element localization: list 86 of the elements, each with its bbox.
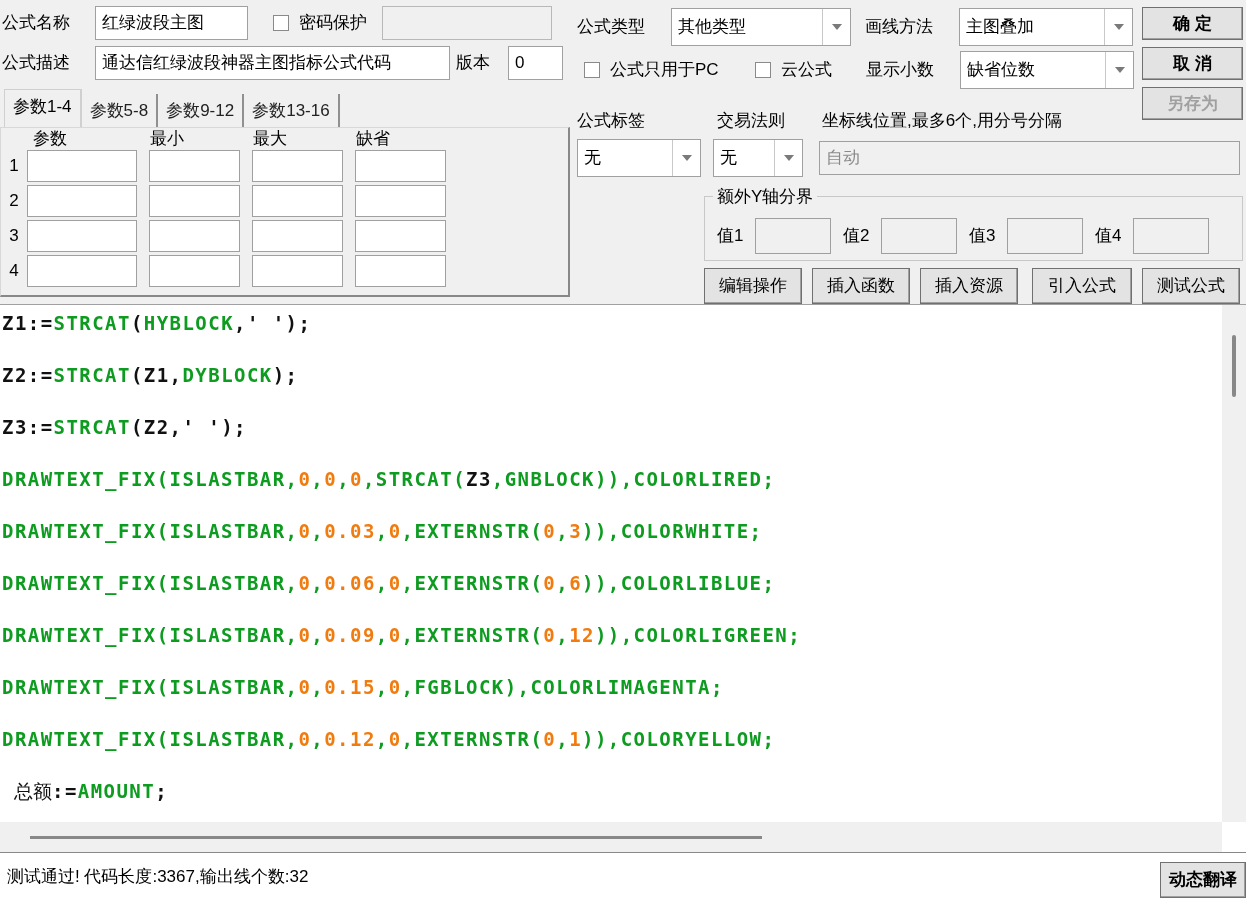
dialog-button[interactable]: 插入函数 [812, 268, 910, 304]
checkbox[interactable] [584, 62, 600, 78]
column-header: 最小 [150, 129, 185, 147]
status-text: 测试通过! 代码长度:3367,输出线个数:32 [6, 865, 310, 888]
code-line: DRAWTEXT_FIX(ISLASTBAR,0,0.12,0,EXTERNSTR(0,1)),COLORYELLOW; [1, 727, 776, 753]
field-label: 公式描述 [1, 52, 71, 75]
description-field[interactable]: 通达信红绿波段神器主图指标公式代码 [95, 46, 450, 80]
password-field[interactable] [382, 6, 552, 40]
tab[interactable]: 参数1-4 [4, 89, 82, 127]
checkbox[interactable] [755, 62, 771, 78]
caret-icon [831, 24, 842, 30]
dropdown[interactable]: 无 [713, 138, 803, 177]
field-label: 公式标签 [577, 110, 646, 133]
field-label: 值3 [969, 224, 997, 247]
name-field[interactable]: 红绿波段主图 [95, 6, 248, 40]
parameter-field[interactable] [355, 220, 446, 252]
code-line: Z3:=STRCAT(Z2,' '); [1, 415, 247, 440]
column-header: 缺省 [356, 129, 391, 147]
dialog-button[interactable]: 插入资源 [920, 268, 1018, 304]
parameter-field[interactable] [27, 220, 137, 252]
parameter-field[interactable] [27, 185, 137, 217]
field-label: 交易法则 [717, 110, 786, 133]
scrollbar[interactable] [0, 822, 1222, 852]
dropdown[interactable]: 主图叠加 [959, 8, 1133, 46]
dialog-button[interactable]: 取 消 [1142, 47, 1243, 80]
scrollbar[interactable] [1222, 305, 1246, 822]
dropdown[interactable]: 其他类型 [671, 8, 851, 46]
field-label: 密码保护 [299, 12, 368, 35]
parameter-field[interactable] [252, 150, 343, 182]
parameter-field[interactable] [355, 150, 446, 182]
dialog-button[interactable]: 测试公式 [1142, 268, 1240, 304]
code-line: DRAWTEXT_FIX(ISLASTBAR,0,0.03,0,EXTERNSTR(0,3)),COLORWHITE; [1, 519, 763, 545]
field-label: 值1 [717, 224, 745, 247]
field-label: 公式类型 [577, 16, 646, 39]
field-label: 值2 [843, 224, 871, 247]
column-header: 最大 [253, 129, 288, 147]
parameter-field[interactable] [27, 150, 137, 182]
code-line: Z1:=STRCAT(HYBLOCK,' '); [1, 311, 312, 336]
value-field[interactable] [755, 217, 831, 254]
row-number: 3 [8, 225, 20, 248]
row-number: 4 [8, 260, 20, 283]
parameter-field[interactable] [149, 150, 240, 182]
dialog-button[interactable]: 引入公式 [1032, 268, 1132, 304]
field-label: 版本 [456, 52, 491, 75]
value-field[interactable] [881, 217, 957, 254]
caret-icon [1114, 67, 1125, 73]
checkbox[interactable] [273, 15, 289, 31]
code-line: 总额:=AMOUNT; [13, 779, 168, 804]
parameter-field[interactable] [355, 185, 446, 217]
parameter-field[interactable] [27, 255, 137, 287]
row-number: 1 [8, 155, 20, 178]
dialog-button[interactable]: 动态翻译 [1160, 862, 1246, 898]
code-line: DRAWTEXT_FIX(ISLASTBAR,0,0.15,0,FGBLOCK),COLORLIMAGENTA; [1, 675, 724, 701]
parameter-field[interactable] [252, 220, 343, 252]
tab[interactable]: 参数9-12 [158, 94, 245, 127]
tab[interactable]: 参数5-8 [81, 94, 159, 127]
parameter-field[interactable] [149, 185, 240, 217]
code-line: DRAWTEXT_FIX(ISLASTBAR,0,0.09,0,EXTERNSTR(0,12)),COLORLIGREEN; [1, 623, 802, 649]
caret-icon [1113, 24, 1124, 30]
field-label: 值4 [1095, 224, 1123, 247]
code-line: DRAWTEXT_FIX(ISLASTBAR,0,0.06,0,EXTERNSTR(0,6)),COLORLIBLUE; [1, 571, 776, 597]
field-label: 公式只用于PC [610, 59, 719, 82]
dropdown[interactable]: 缺省位数 [960, 51, 1134, 89]
field-label: 公式名称 [1, 12, 71, 35]
caret-icon [681, 154, 692, 161]
value-field[interactable] [1007, 217, 1083, 254]
code-line: DRAWTEXT_FIX(ISLASTBAR,0,0,0,STRCAT(Z3,GNBLOCK)),COLORLIRED; [1, 467, 776, 493]
parameter-field[interactable] [149, 255, 240, 287]
dialog-button[interactable]: 编辑操作 [704, 268, 802, 304]
field-label: 显示小数 [866, 59, 935, 82]
tab[interactable]: 参数13-16 [244, 94, 340, 127]
parameter-field[interactable] [149, 220, 240, 252]
parameter-field[interactable] [355, 255, 446, 287]
caret-icon [783, 154, 794, 161]
dialog-button[interactable]: 确 定 [1142, 7, 1243, 40]
field-label: 坐标线位置,最多6个,用分号分隔 [822, 110, 1062, 133]
column-header: 参数 [33, 129, 68, 147]
dropdown[interactable]: 无 [577, 138, 701, 177]
parameter-field[interactable] [252, 255, 343, 287]
row-number: 2 [8, 190, 20, 213]
version-field[interactable]: 0 [508, 46, 563, 80]
value-field[interactable] [1133, 217, 1209, 254]
field-label: 云公式 [781, 59, 832, 82]
parameter-field[interactable] [252, 185, 343, 217]
code-line: Z2:=STRCAT(Z1,DYBLOCK); [1, 363, 299, 388]
field-label: 画线方法 [865, 16, 934, 39]
